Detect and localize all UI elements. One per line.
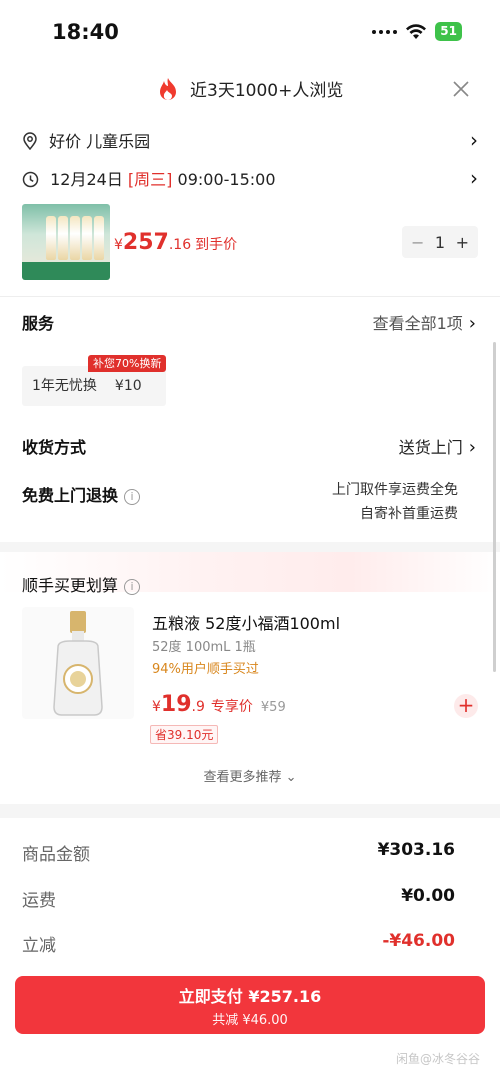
info-icon[interactable]: i: [124, 489, 141, 505]
price-symbol: ¥: [114, 237, 123, 253]
upsell-price: ¥19.9 专享价 ¥59: [152, 692, 286, 717]
summary-key: 商品金额: [22, 845, 90, 865]
more-recommendations-link[interactable]: 查看更多推荐 ⌄: [0, 766, 500, 785]
schedule-row[interactable]: 12月24日 [周三] 09:00-15:00 ›: [22, 166, 478, 190]
upsell-price-label: 专享价: [210, 699, 253, 715]
schedule-hours: 09:00-15:00: [177, 170, 276, 189]
upsell-price-symbol: ¥: [152, 699, 161, 715]
upsell-product-name[interactable]: 五粮液 52度小福酒100ml: [152, 610, 340, 634]
section-gap: [0, 542, 500, 552]
status-bar: 18:40 51: [0, 0, 500, 62]
signal-icon: [372, 29, 398, 34]
flame-icon: [159, 78, 176, 101]
schedule-weekday: [周三]: [127, 170, 173, 189]
service-view-all-link[interactable]: 查看全部1项 ›: [373, 310, 476, 334]
summary-value: ¥0.00: [401, 886, 455, 906]
scrollbar[interactable]: [493, 342, 496, 672]
quantity-minus-button[interactable]: −: [411, 233, 424, 252]
summary-row-subtotal: 商品金额 ¥303.16: [22, 840, 455, 865]
quantity-value: 1: [434, 232, 446, 252]
status-icons: 51: [372, 22, 462, 41]
service-view-all-label: 查看全部1项: [372, 314, 463, 333]
battery-icon: 51: [435, 22, 462, 41]
service-title: 服务: [22, 314, 55, 333]
add-upsell-button[interactable]: +: [454, 694, 478, 718]
info-icon[interactable]: i: [124, 579, 141, 595]
sheet-header: 近3天1000+人浏览: [0, 62, 500, 118]
service-option-price: ¥10: [114, 378, 142, 394]
status-time: 18:40: [52, 20, 119, 44]
service-option-label: 1年无忧换: [32, 378, 97, 394]
pay-now-savings: 共减 ¥46.00: [212, 1013, 288, 1028]
price-decimal: .16: [168, 237, 192, 253]
returns-line-1: 上门取件享运费全免: [332, 482, 458, 498]
summary-value: ¥303.16: [377, 840, 455, 860]
price-label: 到手价: [195, 237, 238, 253]
upsell-price-decimal: .9: [191, 699, 205, 715]
upsell-original-price: ¥59: [260, 700, 286, 715]
chevron-right-icon: ›: [468, 313, 476, 334]
close-icon[interactable]: [450, 78, 472, 100]
location-row[interactable]: 好价 儿童乐园 ›: [22, 128, 478, 152]
summary-row-shipping: 运费 ¥0.00: [22, 886, 455, 911]
location-pin-icon: [23, 132, 37, 151]
product-price: ¥257.16 到手价: [114, 230, 237, 255]
divider: [0, 296, 500, 297]
service-option-chip[interactable]: 1年无忧换 ¥10: [22, 366, 166, 406]
returns-title: 免费上门退换 i: [22, 482, 141, 506]
upsell-price-integer: 19: [160, 692, 192, 717]
pay-now-label: 立即支付 ¥257.16: [178, 987, 322, 1006]
order-sheet: 近3天1000+人浏览 好价 儿童乐园 › 12月24日 [周三] 09:00-…: [0, 62, 500, 1082]
product-thumbnail: [22, 204, 110, 280]
chevron-right-icon: ›: [468, 437, 476, 458]
returns-line-2: 自寄补首重运费: [360, 506, 458, 522]
upsell-title-text: 顺手买更划算: [22, 576, 119, 595]
quantity-stepper[interactable]: − 1 +: [402, 226, 478, 258]
upsell-save-badge: 省39.10元: [150, 725, 219, 744]
clock-icon: [22, 171, 39, 188]
service-promo-tag: 补您70%换新: [88, 355, 167, 372]
summary-key: 立减: [22, 936, 56, 956]
schedule-date: 12月24日: [50, 170, 123, 189]
chevron-right-icon: ›: [470, 128, 478, 152]
returns-description: 上门取件享运费全免 自寄补首重运费: [332, 478, 458, 526]
upsell-popularity: 94%用户顺手买过: [152, 662, 259, 677]
watermark: 闲鱼@冰冬谷谷: [395, 1052, 480, 1066]
location-label: 好价 儿童乐园: [49, 132, 151, 151]
delivery-method-link[interactable]: 送货上门 ›: [399, 434, 476, 458]
section-gap: [0, 804, 500, 818]
upsell-product-spec: 52度 100mL 1瓶: [152, 640, 256, 655]
delivery-method-value: 送货上门: [398, 438, 463, 457]
summary-row-discount: 立减 -¥46.00: [22, 931, 455, 956]
chevron-right-icon: ›: [470, 166, 478, 190]
price-integer: 257: [122, 230, 169, 255]
quantity-plus-button[interactable]: +: [456, 233, 469, 252]
upsell-product-image[interactable]: [22, 607, 134, 719]
pay-now-button[interactable]: 立即支付 ¥257.16 共减 ¥46.00: [15, 976, 485, 1034]
summary-key: 运费: [22, 891, 56, 911]
returns-title-text: 免费上门退换: [22, 486, 119, 505]
delivery-title: 收货方式: [22, 438, 87, 457]
summary-value: -¥46.00: [382, 931, 455, 951]
wifi-icon: [406, 23, 427, 39]
browse-title-text: 近3天1000+人浏览: [190, 81, 344, 101]
browse-title: 近3天1000+人浏览: [0, 76, 500, 101]
upsell-title: 顺手买更划算 i: [22, 572, 141, 596]
liquor-bottle-image: [53, 611, 103, 716]
